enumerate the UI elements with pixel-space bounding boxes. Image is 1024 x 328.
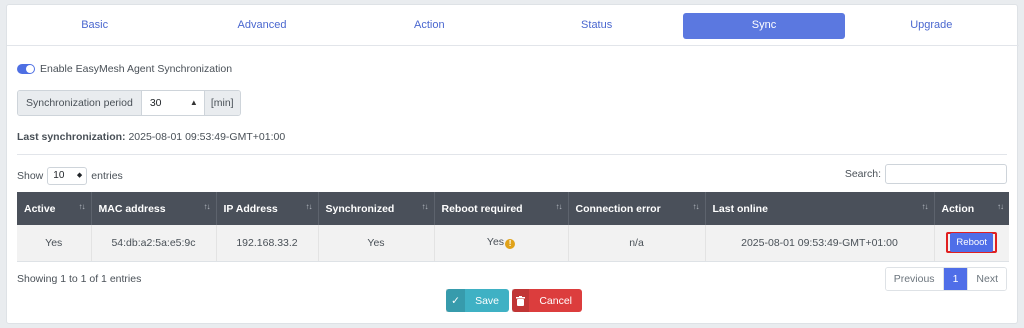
col-action[interactable]: Action ↑↓ xyxy=(934,192,1009,225)
col-reboot-required-label: Reboot required xyxy=(441,202,523,215)
save-button[interactable]: ✓ Save xyxy=(446,289,509,312)
col-active-label: Active xyxy=(24,202,56,215)
sort-arrows-icon: ↑↓ xyxy=(555,202,563,211)
sort-arrows-icon: ↑↓ xyxy=(78,202,86,211)
cell-active: Yes xyxy=(17,225,92,262)
check-icon: ✓ xyxy=(446,289,466,312)
last-sync-value: 2025-08-01 09:53:49-GMT+01:00 xyxy=(128,131,286,143)
tab-action[interactable]: Action xyxy=(349,13,510,39)
cell-synchronized: Yes xyxy=(318,225,435,262)
cancel-button[interactable]: Cancel xyxy=(512,289,582,312)
sync-period-value: 30 xyxy=(149,97,162,109)
tab-bar: Basic Advanced Action Status Sync Upgrad… xyxy=(7,13,1019,39)
showing-info: Showing 1 to 1 of 1 entries xyxy=(17,273,142,285)
entries-label: entries xyxy=(91,170,123,182)
col-reboot-required[interactable]: Reboot required ↑↓ xyxy=(434,192,569,225)
enable-sync-label: Enable EasyMesh Agent Synchronization xyxy=(40,63,233,75)
tabs-divider xyxy=(7,45,1019,46)
save-label: Save xyxy=(475,294,499,307)
col-mac[interactable]: MAC address ↑↓ xyxy=(91,192,217,225)
sort-arrows-icon: ↑↓ xyxy=(692,202,700,211)
reboot-required-value: Yes xyxy=(486,236,505,249)
entries-select[interactable]: 10 ◆ xyxy=(47,167,88,185)
search-area: Search: xyxy=(845,164,1007,184)
col-mac-label: MAC address xyxy=(98,202,166,215)
trash-icon xyxy=(512,289,530,312)
sync-period-label: Synchronization period xyxy=(18,91,142,115)
cell-mac: 54:db:a2:5a:e5:9c xyxy=(91,225,217,262)
cell-ip: 192.168.33.2 xyxy=(216,225,319,262)
cell-reboot-required: Yes! xyxy=(434,225,569,262)
sync-panel: Basic Advanced Action Status Sync Upgrad… xyxy=(6,4,1019,324)
sync-period-select[interactable]: 30 ▲︎ xyxy=(141,91,204,115)
show-label: Show xyxy=(17,170,44,182)
col-connection-error-label: Connection error xyxy=(575,202,661,215)
search-label: Search: xyxy=(844,168,881,180)
tab-advanced[interactable]: Advanced xyxy=(181,13,342,39)
col-last-online-label: Last online xyxy=(712,202,768,215)
entries-value: 10 xyxy=(53,170,65,181)
sort-arrows-icon: ↑↓ xyxy=(203,202,211,211)
last-sync-label: Last synchronization: xyxy=(17,131,126,143)
tab-upgrade[interactable]: Upgrade xyxy=(851,13,1012,39)
pagination-page-1[interactable]: 1 xyxy=(943,268,969,290)
pagination-next[interactable]: Next xyxy=(968,268,1006,290)
agents-table: Active ↑↓ MAC address ↑↓ IP Address ↑↓ Sync… xyxy=(17,192,1009,262)
cell-last-online: 2025-08-01 09:53:49-GMT+01:00 xyxy=(705,225,935,262)
table-row: Yes 54:db:a2:5a:e5:9c 192.168.33.2 Yes Y… xyxy=(17,225,1009,262)
reboot-highlight: Reboot xyxy=(946,232,998,254)
col-action-label: Action xyxy=(941,202,975,215)
chevron-up-down-icon: ▲︎ xyxy=(189,98,198,107)
warning-icon: ! xyxy=(505,239,516,250)
sync-period-unit: [min] xyxy=(203,91,240,115)
pagination-previous[interactable]: Previous xyxy=(885,268,944,290)
tab-status[interactable]: Status xyxy=(516,13,677,39)
col-connection-error[interactable]: Connection error ↑↓ xyxy=(568,192,706,225)
cancel-label: Cancel xyxy=(539,294,572,307)
reboot-button[interactable]: Reboot xyxy=(950,233,994,253)
col-last-online[interactable]: Last online ↑↓ xyxy=(705,192,935,225)
chevron-up-down-icon: ◆ xyxy=(76,172,83,179)
last-sync-line: Last synchronization: 2025-08-01 09:53:4… xyxy=(17,131,285,143)
tab-sync[interactable]: Sync xyxy=(683,13,845,39)
enable-sync-toggle[interactable] xyxy=(17,64,35,74)
cell-connection-error: n/a xyxy=(568,225,706,262)
sort-arrows-icon: ↑↓ xyxy=(921,202,929,211)
sync-period-group: Synchronization period 30 ▲︎ [min] xyxy=(17,90,241,116)
table-header-row: Active ↑↓ MAC address ↑↓ IP Address ↑↓ Sync… xyxy=(17,192,1009,225)
toggle-knob xyxy=(26,65,34,73)
col-ip-label: IP Address xyxy=(223,202,278,215)
show-entries: Show 10 ◆ entries xyxy=(17,167,123,185)
cell-action: Reboot xyxy=(934,225,1009,262)
enable-sync-row: Enable EasyMesh Agent Synchronization xyxy=(17,63,232,75)
sort-arrows-icon: ↑↓ xyxy=(305,202,313,211)
sort-arrows-icon: ↑↓ xyxy=(997,202,1004,211)
content-divider xyxy=(17,154,1007,155)
sort-arrows-icon: ↑↓ xyxy=(421,202,429,211)
pagination: Previous 1 Next xyxy=(884,267,1007,291)
tab-basic[interactable]: Basic xyxy=(14,13,175,39)
col-active[interactable]: Active ↑↓ xyxy=(17,192,92,225)
col-synchronized-label: Synchronized xyxy=(325,202,395,215)
search-input[interactable] xyxy=(885,164,1007,184)
col-ip[interactable]: IP Address ↑↓ xyxy=(216,192,319,225)
col-synchronized[interactable]: Synchronized ↑↓ xyxy=(318,192,435,225)
